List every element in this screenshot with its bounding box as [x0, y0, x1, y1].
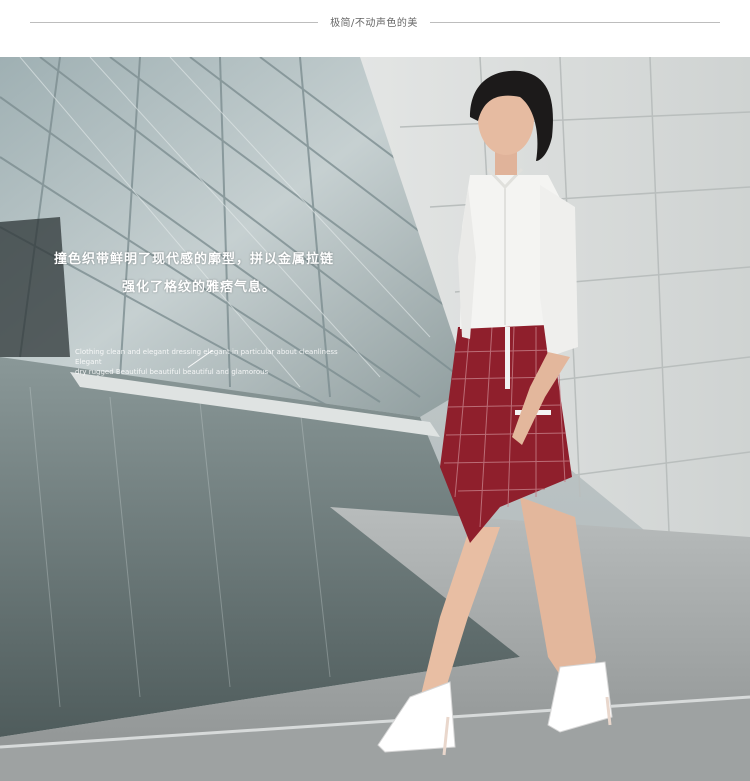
header-rule-left: [30, 22, 318, 23]
page-header: 极简/不动声色的美: [0, 0, 750, 46]
caption-english: Clothing clean and elegant dressing eleg…: [75, 347, 355, 377]
caption-english-line-2: dry rugged Beautiful beautiful beautiful…: [75, 368, 269, 376]
fashion-photo: [0, 57, 750, 781]
caption-line-2: 强化了格纹的雅痞气息。: [122, 280, 277, 295]
caption-english-line-1: Clothing clean and elegant dressing eleg…: [75, 348, 338, 366]
photo-caption: 撞色织带鲜明了现代感的廓型，拼以金属拉链 强化了格纹的雅痞气息。: [54, 246, 374, 302]
photo-illustration: [0, 57, 750, 781]
header-rule-right: [430, 22, 720, 23]
caption-line-1: 撞色织带鲜明了现代感的廓型，拼以金属拉链: [54, 252, 335, 267]
header-tagline: 极简/不动声色的美: [330, 18, 418, 29]
